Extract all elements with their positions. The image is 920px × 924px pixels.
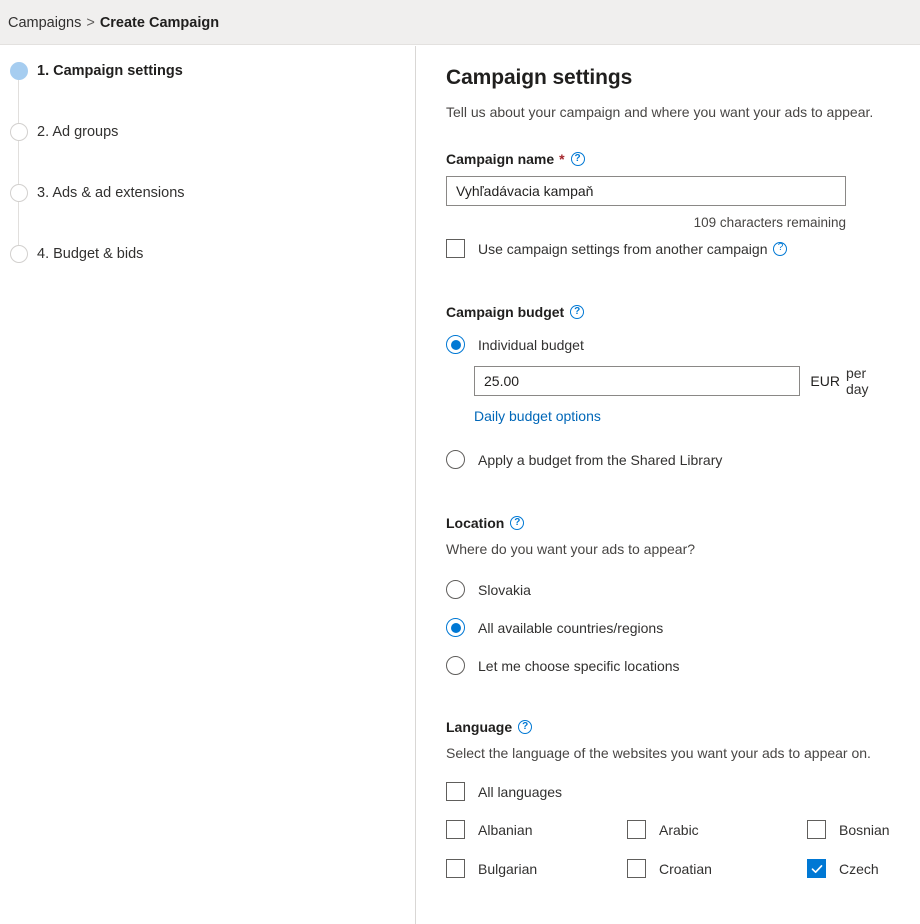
breadcrumb-separator: > [86,14,95,31]
help-circle-icon[interactable]: ? [518,720,533,734]
step-marker-4 [10,245,28,263]
language-label-all-languages: All languages [478,783,563,800]
language-label-bulgarian: Bulgarian [478,860,538,877]
language-label-czech: Czech [839,860,879,877]
language-checkbox-arabic[interactable] [627,820,646,839]
location-label-slovakia: Slovakia [478,581,531,598]
individual-budget-radio[interactable] [446,335,465,354]
sidebar-step-budget-bids[interactable]: 4. Budget & bids [0,245,415,306]
budget-amount-input[interactable] [474,366,801,396]
language-checkbox-bulgarian[interactable] [446,859,465,878]
budget-period-label: per day [845,365,869,397]
language-checkbox-croatian[interactable] [627,859,646,878]
sidebar-step-campaign-settings[interactable]: 1. Campaign settings [0,62,415,123]
page-subtitle: Tell us about your campaign and where yo… [446,104,874,120]
language-row-croatian[interactable]: Croatian [627,859,807,878]
individual-budget-row[interactable]: Individual budget [446,335,890,354]
step-connector-line [18,141,19,184]
sidebar-step-label-1: 1. Campaign settings [37,63,183,79]
language-label-croatian: Croatian [659,860,712,877]
step-connector-line [18,202,19,245]
step-navigation: 1. Campaign settings 2. Ad groups 3. Ads… [0,46,415,306]
radio-dot [450,339,461,350]
use-other-campaign-settings-label: Use campaign settings from another campa… [478,240,768,257]
location-radio-specific[interactable] [446,656,465,675]
required-asterisk: * [559,151,565,167]
use-other-campaign-settings-checkbox[interactable] [446,239,465,258]
budget-amount-row: EUR per day [474,365,890,397]
step-marker-3 [10,184,28,202]
page-body: 1. Campaign settings 2. Ad groups 3. Ads… [0,46,920,924]
breadcrumb: Campaigns > Create Campaign [8,0,219,45]
language-label-bosnian: Bosnian [839,821,890,838]
language-row-bosnian[interactable]: Bosnian [807,820,890,839]
campaign-name-input[interactable] [446,176,846,206]
location-label-specific: Let me choose specific locations [478,657,680,674]
breadcrumb-current: Create Campaign [99,14,220,31]
shared-library-budget-label: Apply a budget from the Shared Library [478,451,723,468]
location-heading: Location ? [446,515,890,531]
location-radio-all-countries[interactable] [446,618,465,637]
language-label-albanian: Albanian [478,821,533,838]
campaign-budget-heading-text: Campaign budget [446,304,565,320]
sidebar-step-ads-ad-extensions[interactable]: 3. Ads & ad extensions [0,184,415,245]
budget-currency-label: EUR [810,373,840,389]
use-other-campaign-settings-row[interactable]: Use campaign settings from another campa… [446,239,890,258]
language-checkbox-all-languages[interactable] [446,782,465,801]
language-row-czech[interactable]: Czech [807,859,890,878]
language-checkbox-czech[interactable] [807,859,826,878]
sidebar-step-label-4: 4. Budget & bids [37,246,144,262]
campaign-name-label: Campaign name * ? [446,151,890,167]
shared-library-budget-row[interactable]: Apply a budget from the Shared Library [446,450,890,469]
language-checkbox-bosnian[interactable] [807,820,826,839]
sidebar-step-label-3: 3. Ads & ad extensions [37,185,185,201]
location-heading-text: Location [446,515,505,531]
location-option-slovakia[interactable]: Slovakia [446,580,890,599]
language-heading: Language ? [446,719,890,735]
language-heading-text: Language [446,719,513,735]
language-checkbox-albanian[interactable] [446,820,465,839]
use-other-campaign-settings-label-wrap[interactable]: Use campaign settings from another campa… [478,240,788,257]
campaign-name-label-text: Campaign name [446,151,555,167]
language-grid: Albanian Arabic Bosnian Bulgarian Croati… [446,820,890,878]
page-header: Campaigns > Create Campaign [0,0,920,45]
help-circle-icon[interactable]: ? [570,152,585,166]
location-option-specific[interactable]: Let me choose specific locations [446,656,890,675]
location-description: Where do you want your ads to appear? [446,541,696,557]
language-all-row[interactable]: All languages [446,782,890,801]
location-label-all-countries: All available countries/regions [478,619,664,636]
campaign-settings-panel: Campaign settings Tell us about your cam… [416,46,920,924]
location-option-all-countries[interactable]: All available countries/regions [446,618,890,637]
breadcrumb-campaigns-link[interactable]: Campaigns [8,15,81,31]
sidebar-step-label-2: 2. Ad groups [37,124,119,140]
help-circle-icon[interactable]: ? [510,516,525,530]
location-radio-slovakia[interactable] [446,580,465,599]
characters-remaining-hint: 109 characters remaining [693,215,846,230]
sidebar-step-ad-groups[interactable]: 2. Ad groups [0,123,415,184]
language-row-arabic[interactable]: Arabic [627,820,807,839]
language-description: Select the language of the websites you … [446,745,871,761]
create-campaign-page: Campaigns > Create Campaign 1. Campaign … [0,0,920,924]
help-circle-icon[interactable]: ? [773,241,788,256]
language-row-albanian[interactable]: Albanian [446,820,627,839]
step-marker-1 [10,62,28,80]
daily-budget-options-link[interactable]: Daily budget options [474,408,601,424]
language-row-bulgarian[interactable]: Bulgarian [446,859,627,878]
page-title: Campaign settings [446,66,633,89]
step-marker-2 [10,123,28,141]
help-circle-icon[interactable]: ? [570,305,585,319]
radio-dot [450,622,461,633]
language-label-arabic: Arabic [659,821,699,838]
step-connector-line [18,80,19,123]
individual-budget-label: Individual budget [478,336,584,353]
campaign-budget-heading: Campaign budget ? [446,304,890,320]
shared-library-budget-radio[interactable] [446,450,465,469]
